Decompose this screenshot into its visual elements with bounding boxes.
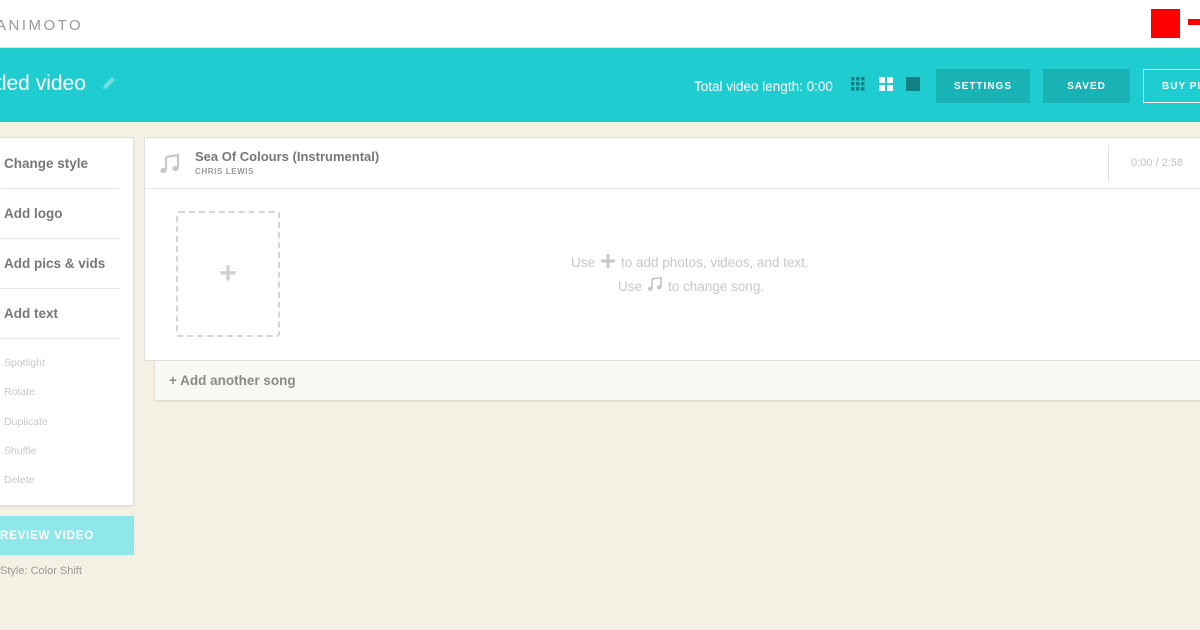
plus-icon: + [219, 257, 237, 290]
top-navigation-bar: ANIMOTO [0, 0, 1200, 48]
grid-large-view-icon[interactable] [906, 77, 920, 91]
grid-medium-view-icon[interactable] [879, 77, 893, 91]
divider [1, 288, 119, 289]
hint-use-label: Use [571, 255, 596, 270]
current-style-label: Style: Color Shift [0, 565, 82, 577]
divider [145, 188, 1200, 189]
music-note-icon [647, 276, 662, 291]
pencil-icon[interactable] [101, 75, 117, 91]
divider [1, 188, 119, 189]
total-video-length: Total video length: 0:00 [694, 79, 833, 94]
edit-sidebar: Change style Add logo Add pics & vids Ad… [0, 137, 134, 506]
music-note-icon[interactable] [159, 153, 181, 175]
grid-small-view-icon[interactable] [851, 77, 865, 91]
song-artist: CHRIS LEWIS [195, 167, 255, 176]
account-menu-indicator[interactable] [1188, 19, 1200, 25]
add-another-song-label[interactable]: + Add another song [169, 373, 296, 388]
settings-button[interactable]: SETTINGS [936, 69, 1030, 103]
animoto-logo[interactable]: ANIMOTO [0, 17, 83, 34]
buy-button[interactable]: BUY PI [1143, 69, 1200, 103]
hint-use-label: Use [618, 279, 643, 294]
sidebar-item-add-text[interactable]: Add text [4, 306, 58, 321]
sidebar-item-change-style[interactable]: Change style [4, 156, 88, 171]
add-media-tile[interactable]: + [176, 211, 280, 337]
sidebar-action-spotlight[interactable]: Spotlight [4, 357, 45, 369]
song-block: Sea Of Colours (Instrumental) CHRIS LEWI… [144, 137, 1200, 361]
sidebar-item-add-pics-vids[interactable]: Add pics & vids [4, 256, 105, 271]
add-another-song-bar[interactable]: + Add another song [154, 361, 1200, 401]
sidebar-action-shuffle[interactable]: Shuffle [4, 445, 37, 457]
video-title[interactable]: tled video [0, 72, 86, 96]
saved-button[interactable]: SAVED [1043, 69, 1130, 103]
account-avatar[interactable] [1151, 9, 1180, 38]
sidebar-item-add-logo[interactable]: Add logo [4, 206, 62, 221]
song-title[interactable]: Sea Of Colours (Instrumental) [195, 149, 379, 164]
divider [1108, 145, 1109, 182]
song-duration: 0:00 / 2:58 [1131, 157, 1183, 169]
video-header: tled video Total video length: 0:00 SETT… [0, 48, 1200, 122]
hint-add-media-text: to add photos, videos, and text. [621, 255, 809, 270]
hint-change-song-text: to change song. [668, 279, 765, 294]
divider [1, 338, 119, 339]
sidebar-action-delete[interactable]: Delete [4, 474, 34, 486]
divider [1, 238, 119, 239]
sidebar-action-rotate[interactable]: Rotate [4, 386, 35, 398]
sidebar-action-duplicate[interactable]: Duplicate [4, 416, 48, 428]
plus-icon [601, 254, 615, 268]
preview-video-button[interactable]: REVIEW VIDEO [0, 516, 134, 555]
